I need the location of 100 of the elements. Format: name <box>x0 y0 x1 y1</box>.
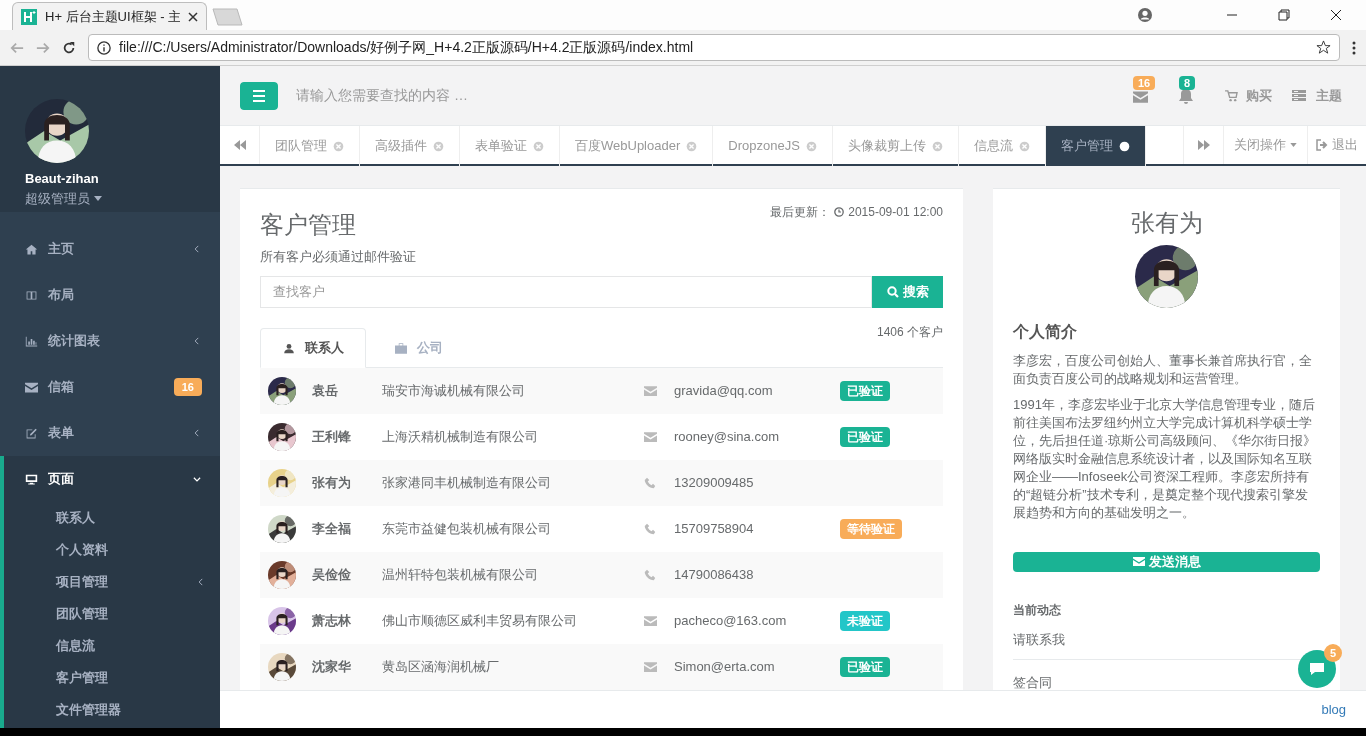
list-icon <box>1292 90 1306 101</box>
search-field[interactable]: 请输入您需要查找的内容 … <box>296 85 696 106</box>
count-badge: 16 <box>1133 75 1156 90</box>
table-cell-text: gravida@qq.com <box>674 382 774 401</box>
envelope-icon <box>1132 557 1145 567</box>
caret-icon <box>1290 143 1297 147</box>
page-tab[interactable]: 表单验证 <box>460 126 560 166</box>
page-tab[interactable]: 百度WebUploader <box>560 126 714 166</box>
phone-icon <box>644 569 656 581</box>
clock-icon <box>834 207 845 217</box>
update-time: 2015-09-01 12:00 <box>848 204 943 221</box>
chat-bubble-icon <box>1309 662 1325 676</box>
tab-title: H+ 后台主题UI框架 - 主 <box>45 7 180 26</box>
submenu-item[interactable]: 信息流 <box>4 630 220 662</box>
count-badge: 16 <box>173 377 202 397</box>
logout-link[interactable]: 退出 <box>1307 126 1366 164</box>
table-cell-text: 萧志林 <box>312 612 352 631</box>
page-tab[interactable]: 信息流 <box>958 126 1046 166</box>
nav-item[interactable]: 布局 <box>0 272 220 318</box>
nav-item[interactable]: 表单 <box>0 410 220 456</box>
table-cell-text: pacheco@163.com <box>674 612 788 631</box>
table-cell-text: 张家港同丰机械制造有限公司 <box>382 474 552 493</box>
envelope-icon[interactable] <box>1133 90 1148 103</box>
reload-icon[interactable] <box>62 40 76 55</box>
forward-arrow-icon[interactable] <box>36 40 50 55</box>
close-options-dropdown[interactable]: 关闭操作 <box>1223 126 1307 164</box>
home-icon <box>25 242 38 256</box>
table-cell-text: 瑞安市海诚机械有限公司 <box>382 382 526 401</box>
section-heading: 当前动态 <box>1013 601 1062 619</box>
nav-item[interactable]: 信箱 16 <box>0 364 220 410</box>
search-icon <box>886 285 899 298</box>
page-tab[interactable]: 头像裁剪上传 <box>832 126 959 166</box>
bio-paragraph: 1991年，李彦宏毕业于北京大学信息管理专业，随后前往美国布法罗纽约州立大学完成计算机科学硕士学位，先后担任道·琼斯公司高级顾问、《华尔街日报》网络版实时金融信息系统设计者，以及国际知名互联网企业——Infoseek公司资深工程师。李彦宏所持有的“超链分析”技术专利，是奠定整个现代搜索引擎发展趋势和方向的基础发明之一。 <box>1013 396 1318 522</box>
user-role-dropdown[interactable]: 超级管理员 <box>25 188 195 208</box>
cart-icon <box>1225 89 1238 102</box>
restore-icon[interactable] <box>1278 9 1290 21</box>
sign-out-icon <box>1316 139 1328 151</box>
status-badge: 未验证 <box>840 611 890 631</box>
contact-tab[interactable]: 联系人 <box>260 328 366 368</box>
submenu-item[interactable]: 团队管理 <box>4 598 220 630</box>
table-cell-text: 佛山市顺德区威利丰贸易有限公司 <box>382 612 578 631</box>
more-menu-icon[interactable] <box>1352 40 1356 55</box>
table-cell-text: rooney@sina.com <box>674 428 780 447</box>
search-button[interactable]: 搜索 <box>872 275 943 308</box>
columns-icon <box>25 288 38 302</box>
nav-item[interactable]: 统计图表 <box>0 318 220 364</box>
phone-icon <box>644 523 656 535</box>
new-tab-icon[interactable] <box>209 8 243 26</box>
page-tab[interactable]: 高级插件 <box>360 126 460 166</box>
envelope-icon <box>644 432 657 442</box>
activity-item: 签合同 <box>1013 674 1052 690</box>
edit-icon <box>25 426 38 440</box>
submenu-item[interactable]: 个人资料 <box>4 534 220 566</box>
search-field[interactable]: 查找客户 <box>260 275 872 308</box>
buy-link[interactable]: 购买 <box>1225 85 1272 106</box>
submenu-item[interactable]: 文件管理器 <box>4 694 220 726</box>
status-badge: 已验证 <box>840 381 890 401</box>
address-bar[interactable]: file:///C:/Users/Administrator/Downloads/好例子网_H+4.2正版源码/H+4.2正版源码/index.html <box>88 34 1340 61</box>
browser-tab[interactable]: H+ 后台主题UI框架 - 主 <box>12 2 207 30</box>
section-heading: 个人简介 <box>1013 322 1078 342</box>
submenu-item[interactable]: 项目管理 <box>4 566 220 598</box>
theme-link[interactable]: 主题 <box>1292 85 1342 106</box>
double-right-arrow-icon[interactable] <box>1197 140 1210 150</box>
back-arrow-icon[interactable] <box>10 40 24 55</box>
status-badge: 已验证 <box>840 657 890 677</box>
phone-icon <box>644 477 656 489</box>
envelope-icon <box>25 380 38 394</box>
user-name: Beaut-zihan <box>25 170 100 188</box>
page-title: 客户管理 <box>260 210 356 240</box>
table-cell-text: 袁岳 <box>312 382 339 401</box>
submenu-item[interactable]: 联系人 <box>4 502 220 534</box>
bio-paragraph: 李彦宏，百度公司创始人、董事长兼首席执行官，全面负责百度公司的战略规划和运营管理。 <box>1013 352 1313 388</box>
send-message-button[interactable]: 发送消息 <box>1013 552 1320 572</box>
subtitle: 所有客户必须通过邮件验证 <box>260 248 417 266</box>
double-left-arrow-icon[interactable] <box>233 140 246 150</box>
briefcase-icon <box>395 342 407 354</box>
nav-item[interactable]: 主页 <box>0 226 220 272</box>
table-cell-text: 王利锋 <box>312 428 352 447</box>
app-logo-icon <box>21 8 37 25</box>
star-icon[interactable] <box>1316 40 1331 55</box>
page-tab[interactable]: 客户管理 <box>1045 126 1146 166</box>
submenu-item[interactable]: 客户管理 <box>4 662 220 694</box>
update-label: 最后更新： <box>770 204 831 221</box>
menu-button[interactable] <box>240 81 278 110</box>
account-icon[interactable] <box>1138 8 1152 22</box>
page-tab[interactable]: 团队管理 <box>260 126 360 166</box>
footer-link[interactable]: blog <box>1321 699 1346 720</box>
bell-icon[interactable] <box>1179 88 1193 104</box>
caret-icon <box>94 195 102 201</box>
table-cell-text: 15709758904 <box>674 520 755 539</box>
page-tab[interactable]: DropzoneJS <box>713 126 833 166</box>
status-badge: 已验证 <box>840 427 890 447</box>
table-cell-text: Simon@erta.com <box>674 658 776 677</box>
nav-item[interactable]: 页面 <box>4 456 220 502</box>
url-text: file:///C:/Users/Administrator/Downloads/好例子网_H+4.2正版源码/H+4.2正版源码/index.html <box>119 38 695 57</box>
table-cell-text: 吴俭俭 <box>312 566 352 585</box>
table-cell-text: 14790086438 <box>674 566 755 585</box>
table-cell-text: 温州轩特包装机械有限公司 <box>382 566 539 585</box>
table-cell-text: 上海沃精机械制造有限公司 <box>382 428 539 447</box>
user-icon <box>282 342 295 354</box>
